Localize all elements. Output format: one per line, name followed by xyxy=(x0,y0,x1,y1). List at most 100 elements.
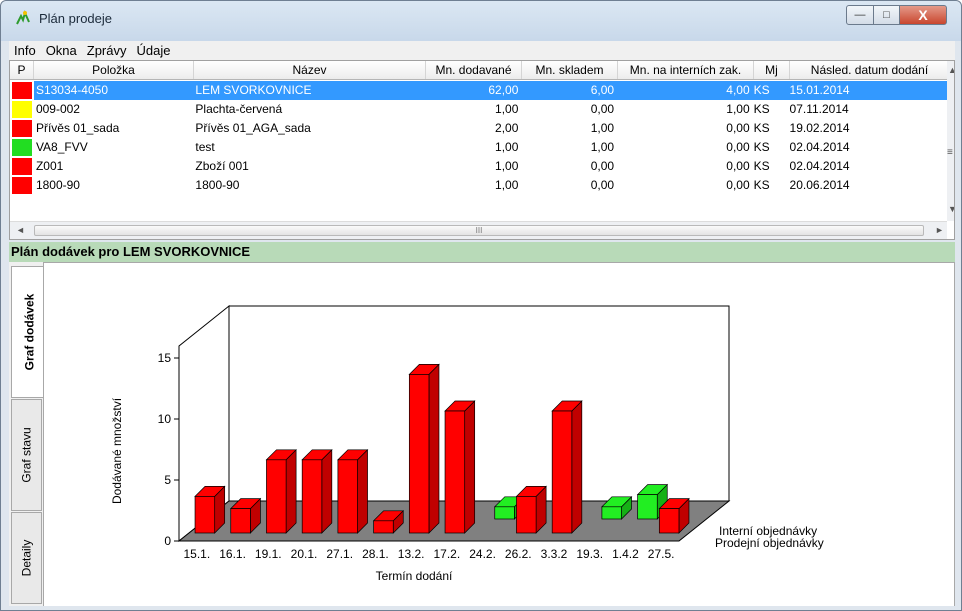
hscroll-thumb[interactable]: III xyxy=(34,225,924,236)
cell-datum: 19.02.2014 xyxy=(789,121,850,135)
cell-nazev: Zboží 001 xyxy=(195,159,249,173)
maximize-button[interactable]: □ xyxy=(873,5,900,25)
delivery-chart: 0 5 10 15 Dodávané množství Termín dodání 15.1… xyxy=(110,304,824,583)
tab-detaily[interactable]: Detaily xyxy=(11,512,42,604)
col-header-skladem[interactable]: Mn. skladem xyxy=(522,61,618,79)
table-row[interactable]: 1800-90 1800-90 1,00 0,00 0,00 KS 20.06.2014 xyxy=(10,176,947,195)
cell-polozka: 009-002 xyxy=(35,102,80,116)
bar-prodejni-side xyxy=(285,448,297,534)
cell-mj: KS xyxy=(753,121,770,135)
cell-datum: 15.01.2014 xyxy=(787,81,948,100)
bar-prodejni xyxy=(230,508,251,534)
y-tick-label: 0 xyxy=(164,534,171,548)
cell-nazev: 1800-90 xyxy=(195,178,240,192)
x-tick-label: 3.3.2 xyxy=(541,547,568,561)
bar-prodejni xyxy=(194,496,216,534)
status-indicator xyxy=(10,100,34,119)
menu-okna[interactable]: Okna xyxy=(41,43,82,58)
menu-bar: Info Okna Zprávy Údaje xyxy=(9,41,955,60)
col-header-p[interactable]: P xyxy=(10,61,34,79)
bar-prodejni xyxy=(266,459,287,534)
table-row[interactable]: VA8_FVV test 1,00 1,00 0,00 KS 02.04.2014 xyxy=(10,138,947,157)
menu-udaje[interactable]: Údaje xyxy=(132,43,176,58)
cell-skladem: 0,00 xyxy=(590,159,615,173)
minimize-button[interactable]: — xyxy=(846,5,874,25)
x-axis-label: Termín dodání xyxy=(376,569,453,583)
x-tick-label: 24.2. xyxy=(469,547,496,561)
table-row[interactable]: Přívěs 01_sada Přívěs 01_AGA_sada 2,00 1,00… xyxy=(10,119,947,138)
bar-prodejni-side xyxy=(428,363,440,534)
tab-label: Graf dodávek xyxy=(22,293,37,371)
cell-skladem: 1,00 xyxy=(590,121,615,135)
menu-info[interactable]: Info xyxy=(9,43,41,58)
cell-datum: 07.11.2014 xyxy=(789,102,849,116)
x-tick-label: 19.1. xyxy=(255,547,282,561)
bar-prodejni-side xyxy=(464,400,476,534)
status-swatch xyxy=(12,139,32,156)
status-swatch xyxy=(12,82,32,99)
bar-prodejni xyxy=(444,410,466,534)
cell-skladem: 0,00 xyxy=(590,178,615,192)
cell-interni: 0,00 xyxy=(726,140,750,154)
horizontal-scrollbar[interactable]: ◄ III ► xyxy=(10,221,947,239)
col-header-interni[interactable]: Mn. na interních zak. xyxy=(618,61,754,79)
cell-polozka: Přívěs 01_sada xyxy=(35,121,120,135)
cell-skladem: 0,00 xyxy=(590,102,615,116)
chart-area: 0 5 10 15 Dodávané množství Termín dodání 15.1… xyxy=(43,262,955,607)
cell-polozka: 1800-90 xyxy=(35,178,80,192)
close-button[interactable]: X xyxy=(899,5,947,25)
tab-graf-stavu[interactable]: Graf stavu xyxy=(11,399,42,511)
x-tick-label: 27.5. xyxy=(648,547,675,561)
title-bar[interactable]: Plán prodeje — □ X xyxy=(1,1,961,41)
x-tick-label: 28.1. xyxy=(362,547,389,561)
cell-mj: KS xyxy=(753,140,770,154)
scroll-up-icon[interactable]: ▲ xyxy=(948,65,954,75)
col-header-dodavane[interactable]: Mn. dodavané xyxy=(426,61,522,79)
table-row[interactable]: Z001 Zboží 001 1,00 0,00 0,00 KS 02.04.2014 xyxy=(10,157,947,176)
cell-polozka: VA8_FVV xyxy=(35,140,88,154)
x-tick-label: 19.3. xyxy=(576,547,603,561)
cell-datum: 20.06.2014 xyxy=(789,178,850,192)
cell-interni: 0,00 xyxy=(726,178,750,192)
vertical-scrollbar[interactable]: ▲ ≡ ▼ xyxy=(947,61,954,221)
menu-zpravy[interactable]: Zprávy xyxy=(82,43,132,58)
status-indicator xyxy=(10,119,34,138)
x-tick-label: 1.4.2 xyxy=(612,547,639,561)
cell-interni: 4,00 xyxy=(616,81,752,100)
col-header-datum[interactable]: Násled. datum dodání xyxy=(790,61,950,79)
bar-prodejni xyxy=(337,459,358,534)
cell-interni: 0,00 xyxy=(726,159,750,173)
col-header-mj[interactable]: Mj xyxy=(754,61,790,79)
status-swatch xyxy=(12,177,32,194)
scroll-left-icon[interactable]: ◄ xyxy=(16,225,25,235)
cell-nazev: test xyxy=(195,140,215,154)
cell-dodavane: 1,00 xyxy=(495,159,519,173)
x-tick-label: 27.1. xyxy=(326,547,353,561)
scroll-right-icon[interactable]: ► xyxy=(935,225,944,235)
x-tick-label: 26.2. xyxy=(505,547,532,561)
cell-polozka: Z001 xyxy=(35,159,64,173)
tab-graf-dodavek[interactable]: Graf dodávek xyxy=(11,266,46,398)
col-header-polozka[interactable]: Položka xyxy=(34,61,194,79)
cell-skladem: 1,00 xyxy=(590,140,615,154)
grid-header: P Položka Název Mn. dodavané Mn. skladem… xyxy=(10,61,950,80)
cell-dodavane: 2,00 xyxy=(495,121,519,135)
cell-nazev: Přívěs 01_AGA_sada xyxy=(195,121,311,135)
scroll-down-icon[interactable]: ▼ xyxy=(948,204,954,214)
cell-interni: 1,00 xyxy=(726,102,750,116)
status-indicator xyxy=(10,157,34,176)
status-indicator xyxy=(10,138,34,157)
table-row[interactable]: 009-002 Plachta-červená 1,00 0,00 1,00 KS 07.1… xyxy=(10,100,947,119)
cell-nazev: Plachta-červená xyxy=(195,102,283,116)
app-window: Plán prodeje — □ X Info Okna Zprávy Údaj… xyxy=(0,0,962,611)
cell-dodavane: 1,00 xyxy=(495,178,519,192)
cell-dodavane: 62,00 xyxy=(424,81,521,100)
table-row[interactable]: S13034-4050 LEM SVORKOVNICE 62,00 6,00 4,00 K… xyxy=(10,81,948,100)
bar-interni xyxy=(494,506,515,520)
col-header-nazev[interactable]: Název xyxy=(194,61,426,79)
bar-prodejni xyxy=(551,410,573,534)
status-swatch xyxy=(12,158,32,175)
y-tick-label: 10 xyxy=(158,412,172,426)
scroll-thumb-grip-icon[interactable]: ≡ xyxy=(947,147,953,158)
cell-mj: KS xyxy=(753,178,770,192)
